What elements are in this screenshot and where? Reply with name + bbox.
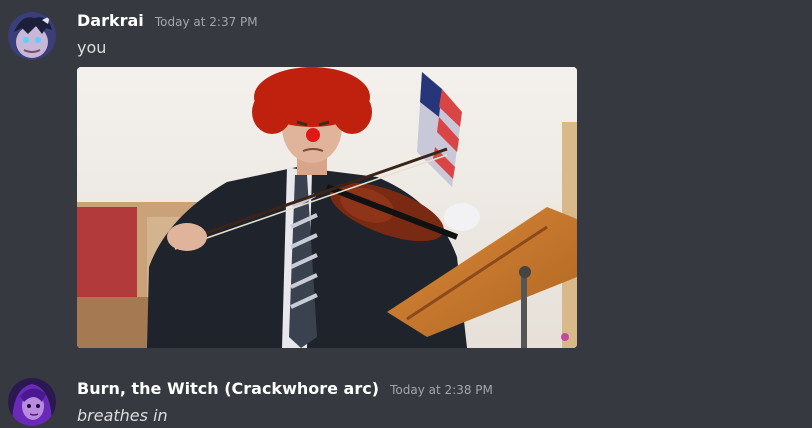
avatar[interactable] [8,12,56,60]
message-header: Burn, the Witch (Crackwhore arc) Today a… [77,379,493,398]
message-text: you [77,38,107,57]
message-text: breathes in [77,406,168,425]
purple-anime-character-avatar-icon [8,378,56,426]
username[interactable]: Darkrai [77,11,144,30]
avatar[interactable] [8,378,56,426]
username[interactable]: Burn, the Witch (Crackwhore arc) [77,379,379,398]
clown-violinist-image-icon [77,67,577,348]
timestamp: Today at 2:38 PM [390,383,493,397]
message-header: Darkrai Today at 2:37 PM [77,11,258,30]
image-attachment[interactable] [77,67,577,348]
timestamp: Today at 2:37 PM [154,15,258,29]
anime-character-avatar-icon [8,12,56,60]
